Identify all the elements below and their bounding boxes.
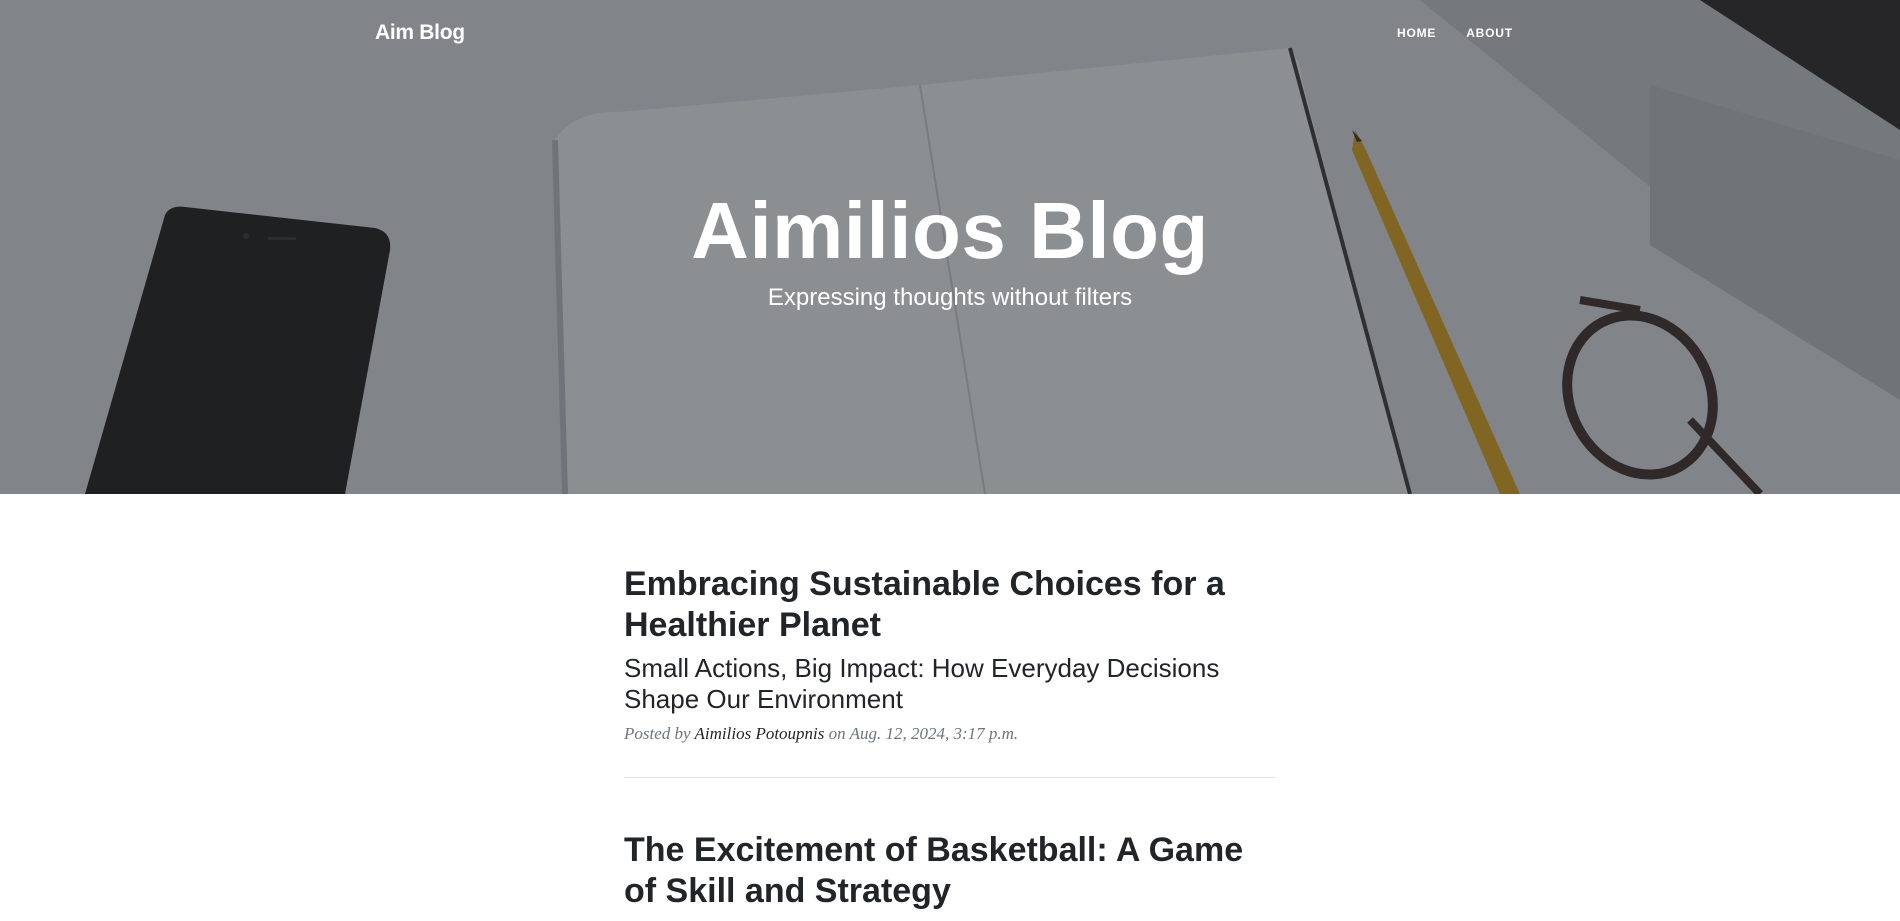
masthead: Aim Blog HOME ABOUT Aimilios Blog Expres…: [0, 0, 1900, 494]
nav-links: HOME ABOUT: [1397, 26, 1513, 40]
post-link[interactable]: The Excitement of Basketball: A Game of …: [624, 830, 1275, 912]
brand-link[interactable]: Aim Blog: [375, 21, 465, 45]
post-meta-on: on: [828, 724, 846, 743]
site-subtitle: Expressing thoughts without filters: [767, 284, 1133, 311]
post-list: Embracing Sustainable Choices for a Heal…: [624, 494, 1275, 912]
post-meta-prefix: Posted by: [624, 724, 691, 743]
post-title[interactable]: The Excitement of Basketball: A Game of …: [624, 830, 1275, 912]
post-link[interactable]: Embracing Sustainable Choices for a Heal…: [624, 564, 1275, 715]
post-author-link[interactable]: Aimilios Potoupnis: [695, 724, 825, 743]
site-title: Aimilios Blog: [691, 186, 1209, 275]
post-preview: The Excitement of Basketball: A Game of …: [624, 778, 1275, 912]
post-preview: Embracing Sustainable Choices for a Heal…: [624, 494, 1275, 744]
nav-link-home[interactable]: HOME: [1397, 26, 1436, 40]
post-title[interactable]: Embracing Sustainable Choices for a Heal…: [624, 564, 1275, 646]
post-meta: Posted by Aimilios Potoupnis on Aug. 12,…: [624, 724, 1275, 744]
site-heading: Aimilios Blog Expressing thoughts withou…: [0, 185, 1900, 314]
navbar: Aim Blog HOME ABOUT: [0, 0, 1900, 70]
nav-link-about[interactable]: ABOUT: [1466, 26, 1513, 40]
post-date: Aug. 12, 2024, 3:17 p.m.: [849, 724, 1019, 743]
post-subtitle[interactable]: Small Actions, Big Impact: How Everyday …: [624, 653, 1275, 715]
